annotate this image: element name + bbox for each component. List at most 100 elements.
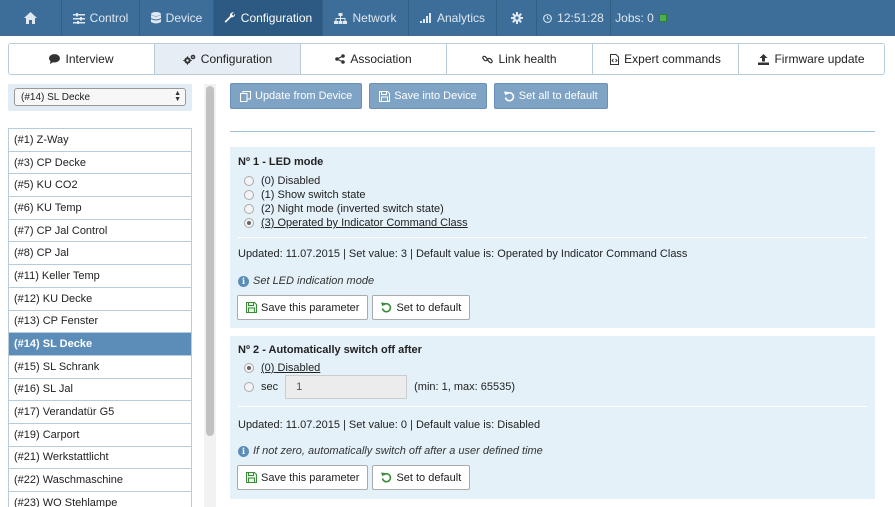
param-title: Nº 1 - LED mode [238,156,324,168]
code-file-icon [610,53,620,65]
device-select[interactable]: (#14) SL Decke ▲ ▼ [14,88,186,106]
sitemap-icon [334,12,348,24]
jobs-label: Jobs: 0 [615,11,654,25]
radio-label: sec [261,381,279,393]
nav-device-label: Device [165,11,203,25]
chat-bubble-icon [49,54,61,64]
radio-button-checked[interactable] [244,363,254,373]
radio-option[interactable]: (1) Show switch state [244,189,366,201]
info-icon: i [238,275,249,287]
device-list-scrollbar[interactable] [204,84,216,507]
home-nav-button[interactable] [0,0,62,36]
seconds-input[interactable]: 1 [285,375,408,399]
device-item[interactable]: (#19) Carport [9,423,191,447]
radio-option-selected[interactable]: (0) Disabled [244,362,320,374]
config-toolbar: Update from Device Save into Device Set … [230,83,608,109]
radio-button[interactable] [244,382,254,392]
tab-association[interactable]: Association [301,44,447,74]
tab-expert-commands-label: Expert commands [624,52,721,66]
set-to-default-button[interactable]: Set to default [372,465,471,490]
nav-analytics[interactable]: Analytics [409,0,497,36]
radio-label: (3) Operated by Indicator Command Class [261,217,468,229]
set-to-default-label: Set to default [396,301,462,314]
device-item[interactable]: (#3) CP Decke [9,151,191,175]
device-item[interactable]: (#1) Z-Way [9,129,191,152]
undo-icon [381,472,392,483]
tab-interview[interactable]: Interview [9,44,155,74]
tab-configuration[interactable]: Configuration [155,44,301,74]
radio-option-selected[interactable]: (3) Operated by Indicator Command Class [244,217,468,229]
tab-interview-label: Interview [65,52,114,66]
radio-option[interactable]: (2) Night mode (inverted switch state) [244,203,444,215]
share-icon [335,54,346,64]
device-select-value: (#14) SL Decke [21,91,91,103]
device-item[interactable]: (#7) CP Jal Control [9,219,191,243]
tab-expert-commands[interactable]: Expert commands [593,44,739,74]
radio-label: (0) Disabled [261,175,321,187]
select-arrows-icon: ▲ ▼ [174,90,181,103]
parameter-led-mode: Nº 1 - LED mode (0) Disabled (1) Show sw… [230,147,875,328]
gear-icon [510,12,523,24]
clock-icon [543,13,553,23]
param-title: Nº 2 - Automatically switch off after [238,344,422,356]
device-item[interactable]: (#11) Keller Temp [9,265,191,288]
jobs-indicator[interactable]: Jobs: 0 [611,0,671,36]
device-item[interactable]: (#16) SL Jal [9,378,191,402]
scrollbar-thumb[interactable] [206,86,214,436]
radio-button[interactable] [244,204,254,214]
save-into-device-label: Save into Device [394,90,477,102]
database-icon [150,12,161,24]
param-status: Updated: 11.07.2015 | Set value: 0 | Def… [238,419,541,431]
nav-device[interactable]: Device [140,0,214,36]
save-parameter-label: Save this parameter [261,301,360,314]
device-item[interactable]: (#21) Werkstattlicht [9,446,191,470]
device-item[interactable]: (#6) KU Temp [9,197,191,220]
jobs-status-icon [658,14,667,22]
radio-option[interactable]: (0) Disabled [244,175,320,187]
set-to-default-label: Set to default [396,471,462,484]
save-into-device-button[interactable]: Save into Device [369,83,487,109]
device-item[interactable]: (#8) CP Jal [9,242,191,266]
set-to-default-button[interactable]: Set to default [372,295,471,320]
set-all-default-button[interactable]: Set all to default [493,83,608,109]
radio-button[interactable] [244,190,254,200]
floppy-disk-icon [246,472,257,483]
nav-configuration[interactable]: Configuration [214,0,323,36]
device-item[interactable]: (#17) Verandatür G5 [9,401,191,424]
device-item[interactable]: (#5) KU CO2 [9,174,191,198]
nav-network[interactable]: Network [323,0,409,36]
update-from-device-label: Update from Device [255,90,353,102]
param-buttons: Save this parameter Set to default [237,295,471,320]
update-from-device-button[interactable]: Update from Device [230,83,363,109]
settings-nav-button[interactable] [497,0,537,36]
top-navbar: Control Device Configuration Network Ana… [0,0,895,36]
tab-link-health-label: Link health [498,52,557,66]
radio-button-checked[interactable] [244,218,254,228]
save-parameter-button[interactable]: Save this parameter [237,465,369,490]
device-item[interactable]: (#23) WO Stehlampe [9,492,191,507]
device-item-selected[interactable]: (#14) SL Decke [9,333,191,356]
radio-option[interactable]: sec 1 (min: 1, max: 65535) [244,375,515,399]
radio-button[interactable] [244,176,254,186]
tab-firmware-update[interactable]: Firmware update [739,44,884,74]
save-parameter-button[interactable]: Save this parameter [237,295,369,320]
device-item[interactable]: (#15) SL Schrank [9,355,191,379]
tab-configuration-label: Configuration [200,52,273,66]
floppy-disk-icon [246,302,257,313]
param-description: i Set LED indication mode [238,275,374,287]
range-hint: (min: 1, max: 65535) [414,381,515,393]
home-icon [24,12,37,24]
param-description-text: If not zero, automatically switch off af… [253,445,543,457]
copy-icon [240,90,251,102]
save-parameter-label: Save this parameter [261,471,360,484]
device-item[interactable]: (#13) CP Fenster [9,310,191,334]
nav-control[interactable]: Control [62,0,140,36]
parameter-auto-switch-off: Nº 2 - Automatically switch off after (0… [230,336,875,499]
broken-link-icon [482,55,494,63]
undo-icon [503,91,514,101]
info-icon: i [238,445,249,457]
tab-link-health[interactable]: Link health [447,44,593,74]
tab-association-label: Association [350,52,412,66]
device-item[interactable]: (#12) KU Decke [9,287,191,311]
device-item[interactable]: (#22) Waschmaschine [9,469,191,492]
